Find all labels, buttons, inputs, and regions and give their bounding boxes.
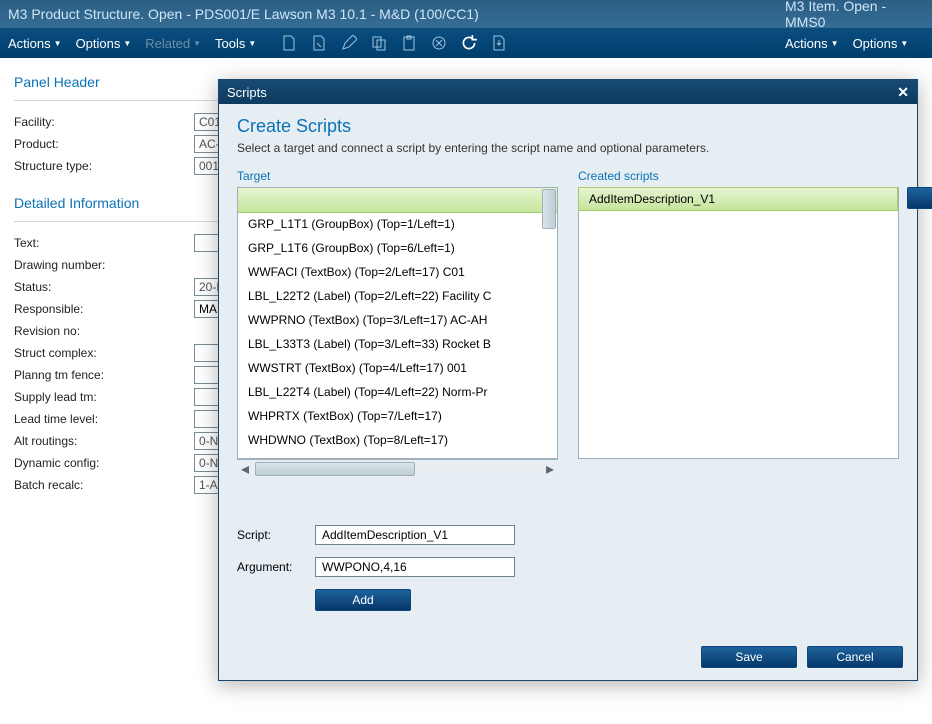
status-label: Status: [14,280,194,294]
target-list-item[interactable]: GRP_L1T6 (GroupBox) (Top=6/Left=1) [238,236,557,260]
alt-label: Alt routings: [14,434,194,448]
supply-label: Supply lead tm: [14,390,194,404]
export-icon[interactable] [490,34,508,52]
responsible-label: Responsible: [14,302,194,316]
product-label: Product: [14,137,194,151]
save-button[interactable]: Save [701,646,797,668]
script-name-input[interactable] [315,525,515,545]
target-list-item[interactable]: WWPRNO (TextBox) (Top=3/Left=17) AC-AH [238,308,557,332]
add-button[interactable]: Add [315,589,411,611]
secondary-menu-options[interactable]: Options▼ [853,36,909,51]
window-title: M3 Product Structure. Open - PDS001/E La… [8,6,822,22]
batch-label: Batch recalc: [14,478,194,492]
argument-input[interactable] [315,557,515,577]
dynamic-label: Dynamic config: [14,456,194,470]
delete-button[interactable]: Delete [907,187,932,209]
target-column-label: Target [237,169,558,183]
vertical-scrollbar-thumb[interactable] [542,189,556,229]
scroll-left-arrow[interactable]: ◂ [237,461,253,477]
edit-doc-icon[interactable] [310,34,328,52]
secondary-menubar: Actions▼ Options▼ [777,28,932,58]
created-column-label: Created scripts [578,169,899,183]
dialog-titlebar[interactable]: Scripts ✕ [219,80,917,104]
pencil-icon[interactable] [340,34,358,52]
menu-actions[interactable]: Actions▼ [8,36,62,51]
created-script-item[interactable]: AddItemDescription_V1 [578,187,898,211]
script-field-label: Script: [237,528,315,542]
drawing-label: Drawing number: [14,258,194,272]
menu-related: Related▼ [145,36,201,51]
refresh-icon[interactable] [460,34,478,52]
menu-options[interactable]: Options▼ [76,36,132,51]
secondary-menu-actions[interactable]: Actions▼ [785,36,839,51]
dialog-subtitle: Select a target and connect a script by … [237,141,899,155]
argument-field-label: Argument: [237,560,315,574]
target-list-item[interactable]: WWSTRT (TextBox) (Top=4/Left=17) 001 [238,356,557,380]
dialog-heading: Create Scripts [237,116,899,137]
horizontal-scrollbar-thumb[interactable] [255,462,415,476]
target-list-item[interactable]: WHDWNO (TextBox) (Top=8/Left=17) [238,428,557,452]
scroll-right-arrow[interactable]: ▸ [542,461,558,477]
struct-complex-label: Struct complex: [14,346,194,360]
leadtime-label: Lead time level: [14,412,194,426]
secondary-window: M3 Item. Open - MMS0 Actions▼ Options▼ [777,0,932,58]
cancel-button[interactable]: Cancel [807,646,903,668]
paste-icon[interactable] [400,34,418,52]
menu-tools[interactable]: Tools▼ [215,36,256,51]
structure-type-label: Structure type: [14,159,194,173]
secondary-window-title: M3 Item. Open - MMS0 [777,0,932,28]
dialog-close-icon[interactable]: ✕ [897,84,909,101]
facility-label: Facility: [14,115,194,129]
target-list-item[interactable]: WWFACI (TextBox) (Top=2/Left=17) C01 [238,260,557,284]
text-label: Text: [14,236,194,250]
dialog-title-text: Scripts [227,85,897,100]
target-list-item[interactable]: LBL_L22T2 (Label) (Top=2/Left=22) Facili… [238,284,557,308]
copy-icon[interactable] [370,34,388,52]
target-list-item[interactable]: WHPRTX (TextBox) (Top=7/Left=17) [238,404,557,428]
target-list-item[interactable]: LBL_L33T3 (Label) (Top=3/Left=33) Rocket… [238,332,557,356]
revision-label: Revision no: [14,324,194,338]
created-scripts-listbox[interactable]: AddItemDescription_V1 [578,187,899,459]
target-listbox[interactable]: GRP_L1T1 (GroupBox) (Top=1/Left=1)GRP_L1… [237,187,558,459]
horizontal-scrollbar[interactable]: ◂ ▸ [237,459,558,477]
target-list-item[interactable]: LBL_L22T4 (Label) (Top=4/Left=22) Norm-P… [238,380,557,404]
new-doc-icon[interactable] [280,34,298,52]
target-list-item[interactable] [237,187,558,213]
scripts-dialog: Scripts ✕ Create Scripts Select a target… [218,79,918,681]
planng-label: Planng tm fence: [14,368,194,382]
target-list-item[interactable]: GRP_L1T1 (GroupBox) (Top=1/Left=1) [238,212,557,236]
cancel-circle-icon[interactable] [430,34,448,52]
